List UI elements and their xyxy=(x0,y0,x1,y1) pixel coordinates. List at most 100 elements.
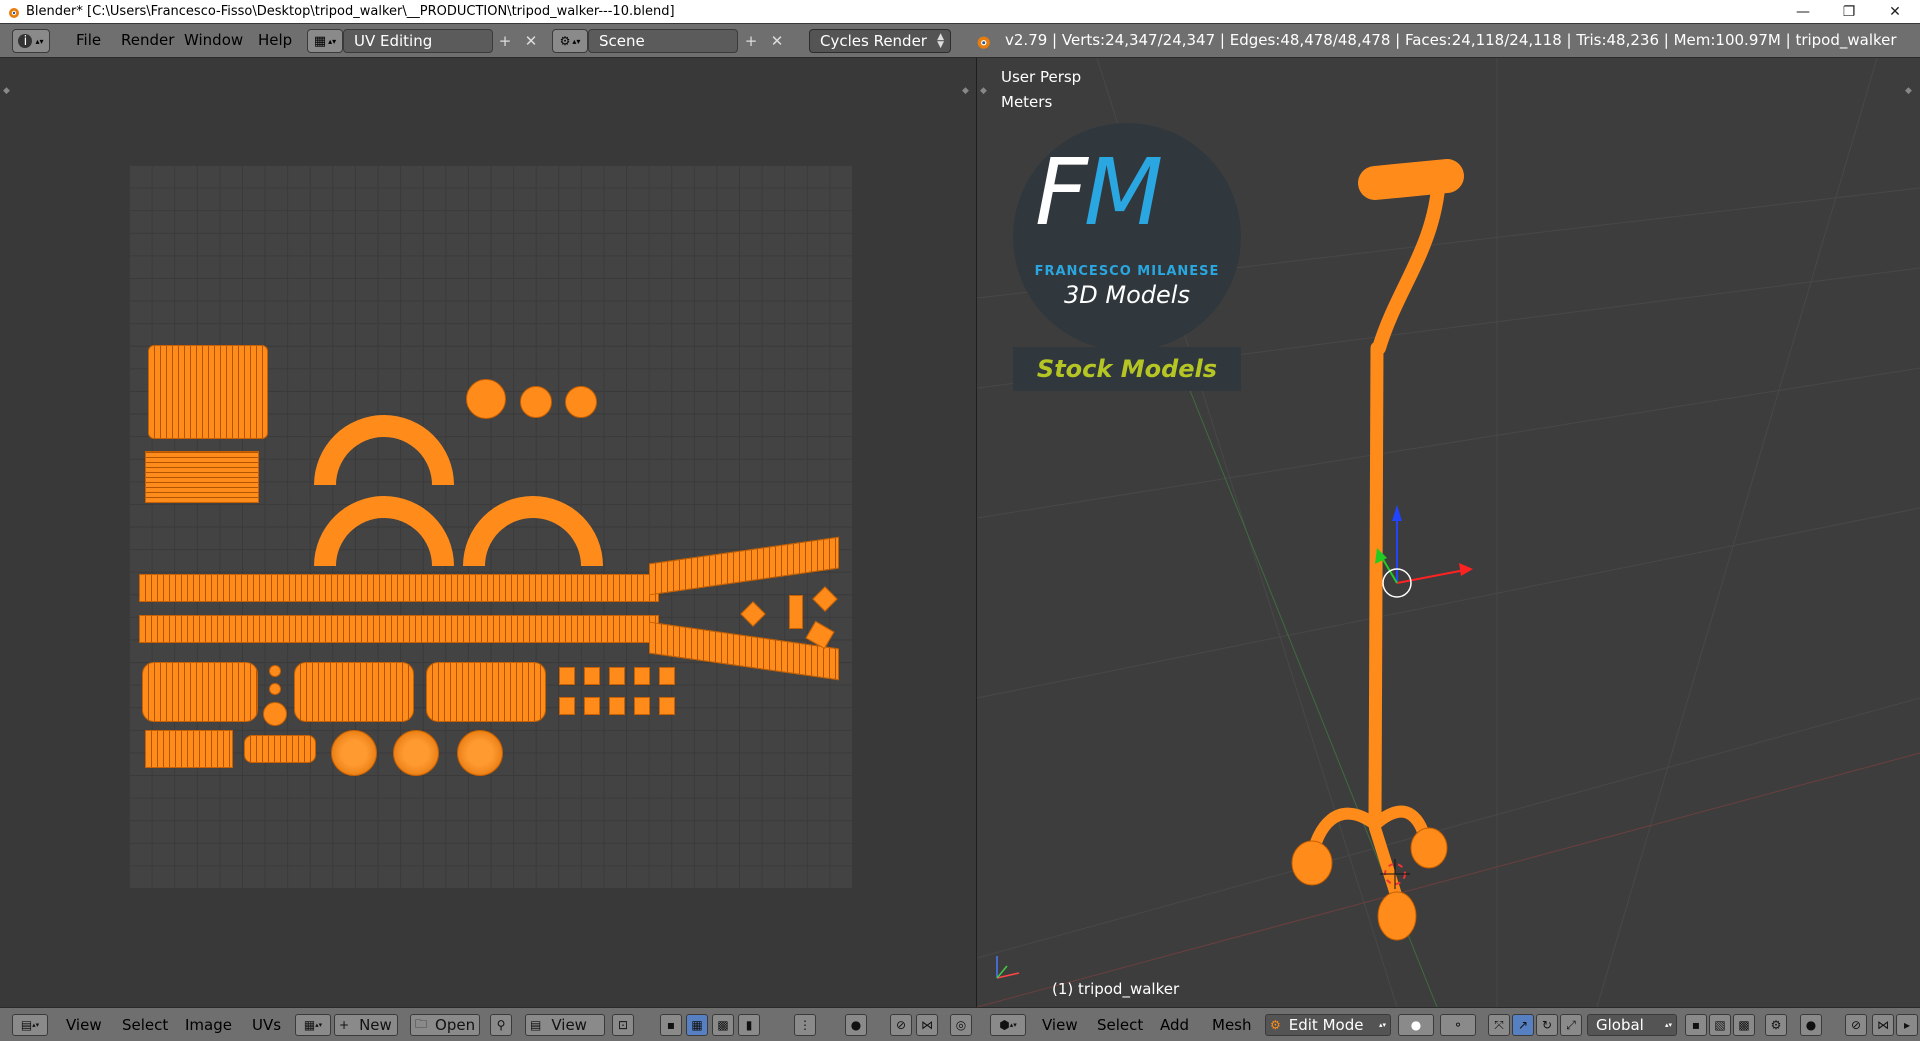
uv-editor-type-button[interactable]: ▤ ▴▾ xyxy=(12,1014,48,1036)
3d-editor-type-button[interactable]: ⬢ ▴▾ xyxy=(990,1014,1026,1036)
pin-icon[interactable]: ⚲ xyxy=(490,1014,512,1036)
uv-island[interactable] xyxy=(609,697,625,715)
uv-island[interactable] xyxy=(426,662,546,722)
uv-menu-image[interactable]: Image xyxy=(185,1013,232,1037)
region-toggle-icon[interactable]: ◆ xyxy=(3,86,10,96)
close-window-button[interactable]: ✕ xyxy=(1872,0,1918,23)
restore-button[interactable]: ❐ xyxy=(1826,0,1872,23)
orientation-dropdown[interactable]: Global ▴▾ xyxy=(1587,1014,1677,1036)
pivot-point-icon[interactable]: ⋮ xyxy=(794,1014,816,1036)
delete-layout-icon[interactable]: ✕ xyxy=(520,30,542,52)
manipulator-toggle-icon[interactable]: ⤧ xyxy=(1488,1014,1510,1036)
sync-selection-icon[interactable]: ⊡ xyxy=(612,1014,634,1036)
uv-island[interactable] xyxy=(559,667,575,685)
minimize-button[interactable]: — xyxy=(1780,0,1826,23)
uv-island[interactable] xyxy=(789,595,803,629)
uv-menu-select[interactable]: Select xyxy=(122,1013,168,1037)
region-toggle-icon[interactable]: ◆ xyxy=(980,86,987,96)
face-select-mode-icon[interactable]: ▩ xyxy=(1733,1014,1755,1036)
delete-scene-icon[interactable]: ✕ xyxy=(766,30,788,52)
scale-manipulator-icon[interactable]: ⤢ xyxy=(1560,1014,1582,1036)
foot-tip[interactable] xyxy=(1410,827,1448,869)
scene-field[interactable]: Scene xyxy=(588,29,738,53)
uv-island[interactable] xyxy=(269,665,281,677)
pivot-dropdown[interactable]: ⚬ xyxy=(1440,1014,1476,1036)
vertex-select-mode-icon[interactable]: ▪ xyxy=(1685,1014,1707,1036)
uv-image-editor[interactable]: ◆ ◆ xyxy=(0,58,976,1007)
uv-island[interactable] xyxy=(142,662,258,722)
uv-island[interactable] xyxy=(314,415,454,485)
foot-tip[interactable] xyxy=(1377,891,1417,941)
scene-selector-button[interactable]: ⚙ ▴▾ xyxy=(552,29,588,53)
uv-island[interactable] xyxy=(314,496,454,566)
uv-island[interactable] xyxy=(584,667,600,685)
uv-island[interactable] xyxy=(139,615,659,643)
snap-toggle-icon[interactable]: ⊘ xyxy=(1845,1014,1867,1036)
transform-gizmo[interactable] xyxy=(1375,505,1473,598)
uv-island[interactable] xyxy=(244,735,316,763)
edge-select-icon[interactable]: ▦ xyxy=(686,1014,708,1036)
view-mode-dropdown[interactable]: ▤ View xyxy=(525,1014,605,1036)
region-toggle-icon[interactable]: ◆ xyxy=(1905,86,1912,96)
screen-layout-field[interactable]: UV Editing xyxy=(343,29,493,53)
3d-menu-mesh[interactable]: Mesh xyxy=(1212,1013,1252,1037)
uv-island[interactable] xyxy=(659,667,675,685)
image-browse-button[interactable]: ▦ ▴▾ xyxy=(295,1014,331,1036)
foot-tip[interactable] xyxy=(1291,840,1333,886)
3d-menu-select[interactable]: Select xyxy=(1097,1013,1143,1037)
uv-island[interactable] xyxy=(520,386,552,418)
snap-icon[interactable]: ⊘ xyxy=(890,1014,912,1036)
uv-island[interactable] xyxy=(148,345,268,439)
proportional-editing-icon[interactable]: ● xyxy=(1800,1014,1822,1036)
uv-island[interactable] xyxy=(609,667,625,685)
new-image-button[interactable]: + New xyxy=(334,1014,398,1036)
uv-island[interactable] xyxy=(145,730,233,768)
vertex-select-icon[interactable]: ▪ xyxy=(660,1014,682,1036)
uv-island[interactable] xyxy=(466,379,506,419)
overflow-icon[interactable]: ▸ xyxy=(1896,1014,1918,1036)
mode-dropdown[interactable]: ⚙ Edit Mode ▴▾ xyxy=(1265,1014,1391,1036)
tripod-walker-mesh[interactable] xyxy=(1306,159,1464,904)
menu-window[interactable]: Window xyxy=(172,31,255,49)
uv-island[interactable] xyxy=(457,730,503,776)
add-layout-icon[interactable]: + xyxy=(494,30,516,52)
render-preview-icon[interactable]: ◎ xyxy=(950,1014,972,1036)
uv-island[interactable] xyxy=(463,496,603,566)
open-image-button[interactable]: 🗀 Open xyxy=(410,1014,480,1036)
uv-island[interactable] xyxy=(565,386,597,418)
uv-menu-uvs[interactable]: UVs xyxy=(252,1013,281,1037)
uv-island[interactable] xyxy=(263,702,287,726)
uv-island[interactable] xyxy=(584,697,600,715)
uv-island[interactable] xyxy=(559,697,575,715)
uv-island[interactable] xyxy=(634,667,650,685)
uv-island[interactable] xyxy=(139,574,659,602)
edge-select-mode-icon[interactable]: ▧ xyxy=(1709,1014,1731,1036)
face-select-icon[interactable]: ▩ xyxy=(712,1014,734,1036)
menu-file[interactable]: File xyxy=(64,31,113,49)
snap-element-icon[interactable]: ⋈ xyxy=(916,1014,938,1036)
render-engine-dropdown[interactable]: Cycles Render ▲ ▼ xyxy=(809,29,951,53)
uv-island[interactable] xyxy=(269,683,281,695)
uv-island[interactable] xyxy=(649,536,839,596)
occlude-geometry-icon[interactable]: ⚙ xyxy=(1765,1014,1787,1036)
editor-type-button[interactable]: i ▴▾ xyxy=(12,29,50,53)
screen-layout-button[interactable]: ▦ ▴▾ xyxy=(307,29,343,53)
uv-island[interactable] xyxy=(393,730,439,776)
uv-island[interactable] xyxy=(294,662,414,722)
3d-menu-view[interactable]: View xyxy=(1042,1013,1078,1037)
menu-help[interactable]: Help xyxy=(246,31,304,49)
uv-island[interactable] xyxy=(812,586,838,612)
uv-menu-view[interactable]: View xyxy=(66,1013,102,1037)
proportional-edit-icon[interactable]: ● xyxy=(845,1014,867,1036)
uv-island[interactable] xyxy=(634,697,650,715)
translate-manipulator-icon[interactable]: ↗ xyxy=(1512,1014,1534,1036)
uv-island[interactable] xyxy=(145,451,259,503)
region-toggle-icon[interactable]: ◆ xyxy=(962,86,969,96)
uv-grid[interactable] xyxy=(129,165,852,888)
uv-island[interactable] xyxy=(659,697,675,715)
uv-island[interactable] xyxy=(740,601,766,627)
snap-target-icon[interactable]: ⋈ xyxy=(1872,1014,1894,1036)
uv-island[interactable] xyxy=(331,730,377,776)
3d-viewport[interactable]: ◆ ◆ User Persp Meters (1) tripod_walker … xyxy=(977,58,1920,1007)
3d-menu-add[interactable]: Add xyxy=(1160,1013,1189,1037)
